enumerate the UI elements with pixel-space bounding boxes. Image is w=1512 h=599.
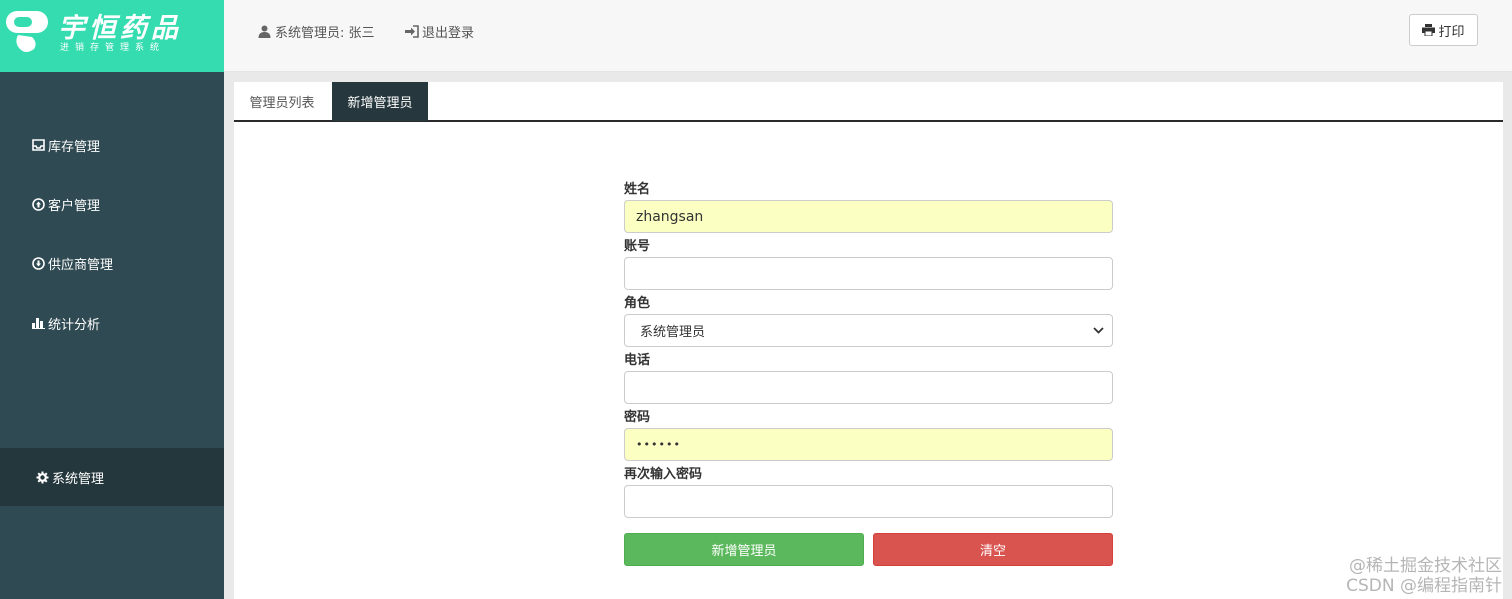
circle-down-icon bbox=[31, 256, 45, 270]
main-panel: 管理员列表 新增管理员 姓名 zhangsan 账号 角色 系统管理员 电话 密… bbox=[234, 82, 1503, 599]
sign-in-icon bbox=[405, 25, 419, 38]
chevron-down-icon bbox=[1093, 327, 1104, 334]
sidebar: 宇恒药品 进销存管理系统 库存管理 客户管理 供应商管理 统计分析 系统管理 bbox=[0, 0, 224, 599]
add-admin-form: 姓名 zhangsan 账号 角色 系统管理员 电话 密码 •••••• 再次输… bbox=[624, 180, 1113, 566]
current-user-label: 系统管理员: 张三 bbox=[275, 26, 375, 41]
logout-link[interactable]: 退出登录 bbox=[405, 22, 474, 41]
print-label: 打印 bbox=[1438, 24, 1465, 40]
print-button[interactable]: 打印 bbox=[1409, 14, 1478, 46]
watermark-line-2: CSDN @编程指南针 bbox=[1346, 576, 1502, 596]
tab-bar: 管理员列表 新增管理员 bbox=[234, 82, 1503, 122]
confirm-password-input[interactable] bbox=[624, 485, 1113, 518]
sidebar-item-statistics[interactable]: 统计分析 bbox=[0, 294, 224, 352]
add-admin-button[interactable]: 新增管理员 bbox=[624, 533, 864, 566]
sidebar-item-label: 客户管理 bbox=[48, 198, 101, 214]
logo[interactable]: 宇恒药品 进销存管理系统 bbox=[0, 0, 224, 72]
confirm-password-label: 再次输入密码 bbox=[624, 467, 703, 482]
sidebar-item-label: 系统管理 bbox=[52, 471, 105, 487]
tab-add-admin[interactable]: 新增管理员 bbox=[332, 82, 428, 121]
account-label: 账号 bbox=[624, 239, 651, 254]
role-select[interactable]: 系统管理员 bbox=[624, 314, 1113, 347]
inbox-icon bbox=[31, 138, 45, 152]
current-user: 系统管理员: 张三 bbox=[258, 22, 375, 41]
gear-icon bbox=[35, 470, 49, 484]
watermark-line-1: @稀土掘金技术社区 bbox=[1349, 556, 1502, 576]
phone-input[interactable] bbox=[624, 371, 1113, 404]
name-input[interactable]: zhangsan bbox=[624, 200, 1113, 233]
sidebar-item-label: 供应商管理 bbox=[48, 257, 114, 273]
clear-button[interactable]: 清空 bbox=[873, 533, 1113, 566]
tab-admin-list[interactable]: 管理员列表 bbox=[234, 82, 330, 121]
sidebar-item-suppliers[interactable]: 供应商管理 bbox=[0, 234, 224, 292]
password-input[interactable]: •••••• bbox=[624, 428, 1113, 461]
phone-label: 电话 bbox=[624, 353, 651, 368]
bar-chart-icon bbox=[31, 316, 45, 330]
form-actions: 新增管理员 清空 bbox=[624, 533, 1113, 566]
top-bar: 系统管理员: 张三 退出登录 打印 bbox=[224, 0, 1512, 72]
role-select-value: 系统管理员 bbox=[640, 325, 706, 340]
print-icon bbox=[1422, 24, 1436, 36]
role-label: 角色 bbox=[624, 296, 651, 311]
name-label: 姓名 bbox=[624, 182, 651, 197]
sidebar-item-label: 库存管理 bbox=[48, 139, 101, 155]
user-icon bbox=[258, 25, 271, 38]
sidebar-item-customers[interactable]: 客户管理 bbox=[0, 175, 224, 233]
account-input[interactable] bbox=[624, 257, 1113, 290]
sidebar-item-system[interactable]: 系统管理 bbox=[0, 448, 224, 506]
logout-label: 退出登录 bbox=[422, 26, 475, 41]
sidebar-item-label: 统计分析 bbox=[48, 317, 101, 333]
password-label: 密码 bbox=[624, 410, 651, 425]
logo-subtitle: 进销存管理系统 bbox=[60, 43, 166, 53]
sidebar-item-inventory[interactable]: 库存管理 bbox=[0, 116, 224, 174]
watermark: @稀土掘金技术社区 CSDN @编程指南针 bbox=[1332, 556, 1502, 596]
circle-up-icon bbox=[31, 197, 45, 211]
logo-mark-icon bbox=[6, 11, 48, 52]
